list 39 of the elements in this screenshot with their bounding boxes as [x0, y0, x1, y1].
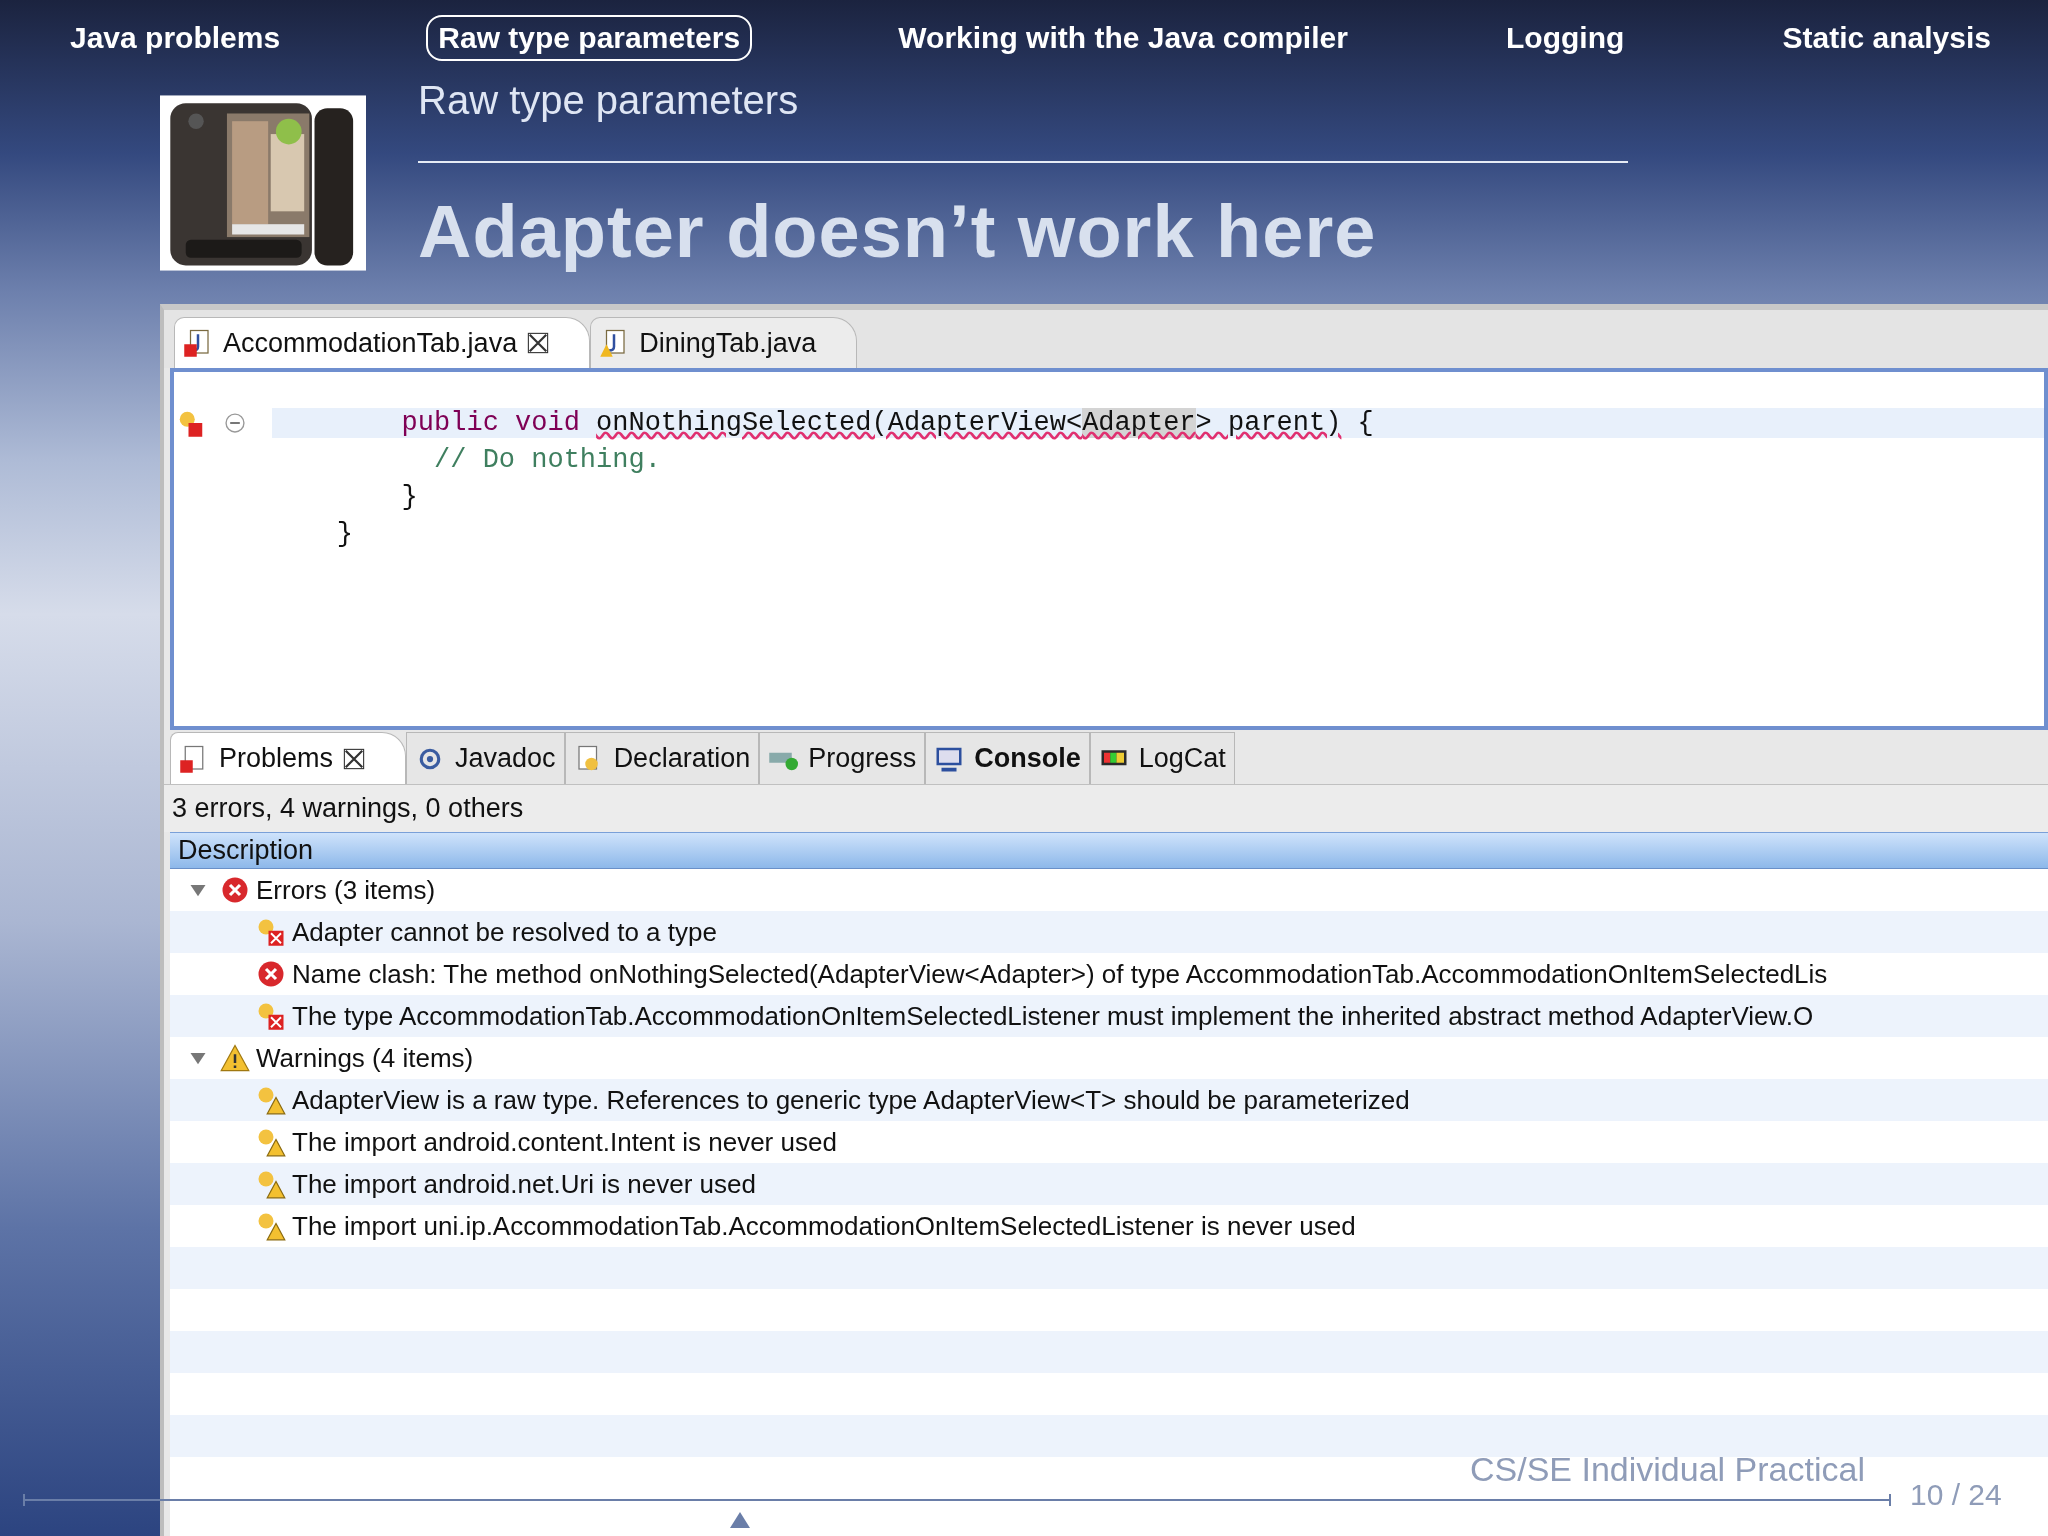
- problem-text[interactable]: Name clash: The method onNothingSelected(AdapterView<Adapter>) of type AccommodationTab.AccommodationOnItemSelectedLis: [292, 958, 1828, 990]
- view-tab[interactable]: LogCat: [1089, 732, 1235, 784]
- footer-course: CS/SE Individual Practical: [1470, 1450, 1865, 1489]
- problem-text[interactable]: The import android.content.Intent is never used: [292, 1126, 837, 1158]
- page-number: 10 / 24: [1910, 1478, 2002, 1512]
- nav-link[interactable]: Logging: [1494, 15, 1637, 61]
- close-icon[interactable]: [527, 332, 550, 354]
- nav-link[interactable]: Raw type parameters: [426, 15, 753, 61]
- problem-text[interactable]: The import android.net.Uri is never used: [292, 1168, 756, 1200]
- lightbulb-error-icon: [256, 917, 286, 947]
- lightbulb-error-icon: [256, 1001, 286, 1031]
- slide-title: Adapter doesn’t work here: [418, 189, 1378, 274]
- problems-summary: 3 errors, 4 warnings, 0 others: [164, 784, 2048, 832]
- close-icon[interactable]: [343, 747, 366, 770]
- column-header[interactable]: Description: [170, 832, 2048, 869]
- tree-group-label[interactable]: Errors (3 items): [256, 874, 436, 906]
- lightbulb-warning-icon: [256, 1169, 286, 1199]
- nav-link[interactable]: Working with the Java compiler: [886, 15, 1360, 61]
- nav-link[interactable]: Static analysis: [1770, 15, 2003, 61]
- tree-group-label[interactable]: Warnings (4 items): [256, 1042, 474, 1074]
- view-tab[interactable]: Problems: [170, 732, 407, 784]
- code-line: }: [335, 518, 354, 549]
- code-line: }: [400, 481, 419, 512]
- slide-subtitle: Raw type parameters: [418, 78, 800, 123]
- view-tab[interactable]: Console: [925, 732, 1090, 784]
- view-tab[interactable]: Progress: [759, 732, 926, 784]
- code-line: // Do nothing.: [433, 444, 662, 475]
- problem-text[interactable]: Adapter cannot be resolved to a type: [292, 916, 717, 948]
- collapse-icon[interactable]: [224, 411, 246, 434]
- view-tab[interactable]: Javadoc: [406, 732, 565, 784]
- problem-text[interactable]: The import uni.ip.AccommodationTab.AccommodationOnItemSelectedListener is never used: [292, 1210, 1356, 1242]
- editor-tab[interactable]: DiningTab.java: [590, 317, 858, 368]
- lightbulb-warning-icon: [256, 1127, 286, 1157]
- view-tab[interactable]: Declaration: [564, 732, 760, 784]
- lightbulb-warning-icon: [256, 1085, 286, 1115]
- error-icon: [256, 959, 286, 989]
- editor-tab[interactable]: AccommodationTab.java: [174, 317, 591, 368]
- nav-link[interactable]: Java problems: [58, 15, 293, 61]
- lightbulb-warning-icon: [256, 1211, 286, 1241]
